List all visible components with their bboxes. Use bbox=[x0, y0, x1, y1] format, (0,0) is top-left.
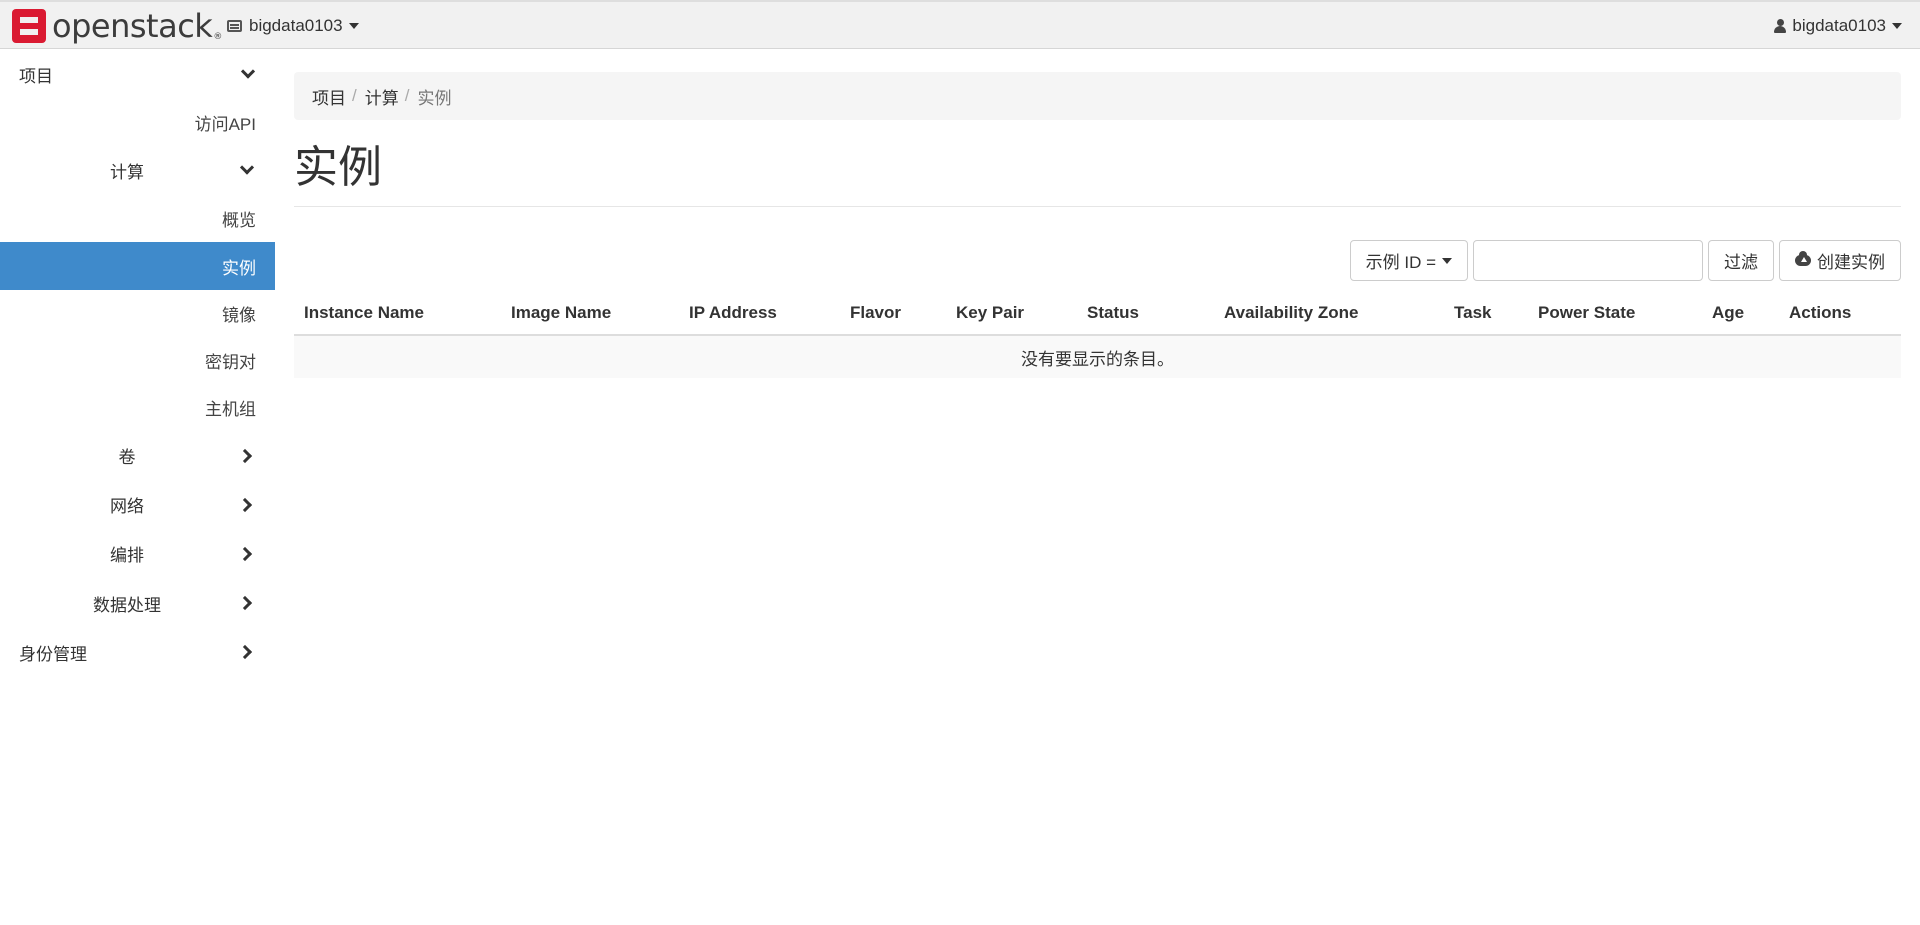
top-navbar: openstack® bigdata0103 bigdata0103 bbox=[0, 0, 1920, 49]
chevron-down-icon bbox=[240, 64, 256, 79]
breadcrumb-current: 实例 bbox=[417, 88, 452, 108]
chevron-right-icon bbox=[237, 448, 253, 463]
user-name: bigdata0103 bbox=[1792, 16, 1886, 35]
caret-down-icon bbox=[1442, 257, 1452, 264]
project-icon bbox=[227, 20, 242, 32]
column-header[interactable]: Task bbox=[1444, 292, 1528, 336]
column-header[interactable]: IP Address bbox=[679, 292, 840, 336]
sidebar-item-instances[interactable]: 实例 bbox=[0, 242, 275, 290]
column-header[interactable]: Instance Name bbox=[294, 292, 501, 336]
logo-text: openstack® bbox=[52, 7, 222, 45]
empty-message: 没有要显示的条目。 bbox=[294, 335, 1901, 378]
breadcrumb-compute[interactable]: 计算 bbox=[365, 84, 399, 109]
sidebar-item-images[interactable]: 镜像 bbox=[0, 290, 275, 336]
chevron-right-icon bbox=[237, 595, 253, 611]
column-header[interactable]: Power State bbox=[1528, 292, 1702, 336]
user-icon bbox=[1774, 19, 1787, 33]
sidebar-item-keypairs[interactable]: 密钥对 bbox=[0, 336, 275, 384]
sidebar-item-data-processing[interactable]: 数据处理 bbox=[0, 578, 254, 628]
sidebar-item-label: 实例 bbox=[222, 258, 256, 278]
sidebar-item-label: 卷 bbox=[118, 448, 136, 467]
project-name: bigdata0103 bbox=[249, 16, 343, 35]
sidebar-item-label: 计算 bbox=[110, 162, 144, 182]
sidebar-item-label: 密钥对 bbox=[205, 352, 256, 372]
sidebar-item-label: 镜像 bbox=[222, 305, 256, 325]
user-menu[interactable]: bigdata0103 bbox=[1774, 13, 1902, 39]
sidebar-item-label: 网络 bbox=[110, 497, 144, 516]
breadcrumb: 项目 / 计算 / 实例 bbox=[294, 72, 1901, 120]
breadcrumb-separator: / bbox=[352, 86, 357, 105]
sidebar-item-label: 访问API bbox=[194, 114, 256, 134]
sidebar-item-access-api[interactable]: 访问API bbox=[0, 98, 275, 146]
cloud-upload-icon bbox=[1795, 251, 1811, 266]
page-title: 实例 bbox=[294, 143, 382, 192]
sidebar-item-label: 编排 bbox=[110, 546, 144, 565]
openstack-logo[interactable]: openstack® bbox=[12, 7, 222, 45]
main-content: 项目 / 计算 / 实例 实例 示例 ID = 过滤 创建实例 Instance… bbox=[294, 50, 1901, 378]
caret-down-icon bbox=[1892, 23, 1902, 29]
create-instance-label: 创建实例 bbox=[1817, 253, 1885, 272]
sidebar-item-volumes[interactable]: 卷 bbox=[0, 431, 254, 480]
filter-field-label: 示例 ID = bbox=[1365, 253, 1436, 272]
column-header[interactable]: Availability Zone bbox=[1214, 292, 1444, 336]
sidebar-item-identity[interactable]: 身份管理 bbox=[0, 628, 275, 676]
breadcrumb-project[interactable]: 项目 bbox=[312, 84, 346, 109]
title-divider bbox=[294, 206, 1901, 207]
column-header[interactable]: Status bbox=[1077, 292, 1214, 336]
chevron-right-icon bbox=[237, 644, 253, 660]
table-actions: 示例 ID = 过滤 创建实例 bbox=[294, 240, 1901, 282]
column-header[interactable]: Age bbox=[1702, 292, 1779, 336]
filter-input[interactable] bbox=[1473, 240, 1703, 281]
filter-field-dropdown[interactable]: 示例 ID = bbox=[1349, 240, 1468, 281]
column-header[interactable]: Flavor bbox=[840, 292, 946, 336]
table-header-row: Instance Name Image Name IP Address Flav… bbox=[294, 292, 1901, 336]
sidebar-item-server-groups[interactable]: 主机组 bbox=[0, 384, 275, 431]
sidebar-item-label: 项目 bbox=[19, 66, 53, 86]
sidebar: 项目 访问API 计算 概览 实例 镜像 密钥对 主机组 卷 网络 编排 数据处… bbox=[0, 50, 275, 676]
sidebar-item-label: 身份管理 bbox=[19, 644, 87, 664]
breadcrumb-separator: / bbox=[404, 86, 410, 105]
chevron-right-icon bbox=[237, 497, 253, 512]
sidebar-item-orchestration[interactable]: 编排 bbox=[0, 529, 254, 578]
sidebar-item-network[interactable]: 网络 bbox=[0, 480, 254, 529]
sidebar-item-label: 概览 bbox=[222, 210, 256, 230]
create-instance-button[interactable]: 创建实例 bbox=[1779, 240, 1901, 281]
sidebar-item-project[interactable]: 项目 bbox=[0, 50, 275, 98]
column-header[interactable]: Image Name bbox=[501, 292, 679, 336]
chevron-down-icon bbox=[239, 160, 255, 175]
caret-down-icon bbox=[348, 23, 359, 29]
sidebar-item-overview[interactable]: 概览 bbox=[0, 194, 275, 242]
sidebar-item-label: 主机组 bbox=[205, 400, 256, 419]
column-header[interactable]: Key Pair bbox=[946, 292, 1077, 336]
openstack-logo-icon bbox=[12, 9, 46, 43]
sidebar-item-compute[interactable]: 计算 bbox=[0, 146, 255, 194]
column-header: Actions bbox=[1779, 292, 1901, 336]
filter-button[interactable]: 过滤 bbox=[1708, 240, 1774, 281]
table-row: 没有要显示的条目。 bbox=[294, 335, 1901, 378]
instances-table: Instance Name Image Name IP Address Flav… bbox=[294, 292, 1901, 378]
sidebar-item-label: 数据处理 bbox=[93, 595, 161, 615]
project-switcher[interactable]: bigdata0103 bbox=[227, 13, 359, 39]
chevron-right-icon bbox=[237, 546, 253, 561]
